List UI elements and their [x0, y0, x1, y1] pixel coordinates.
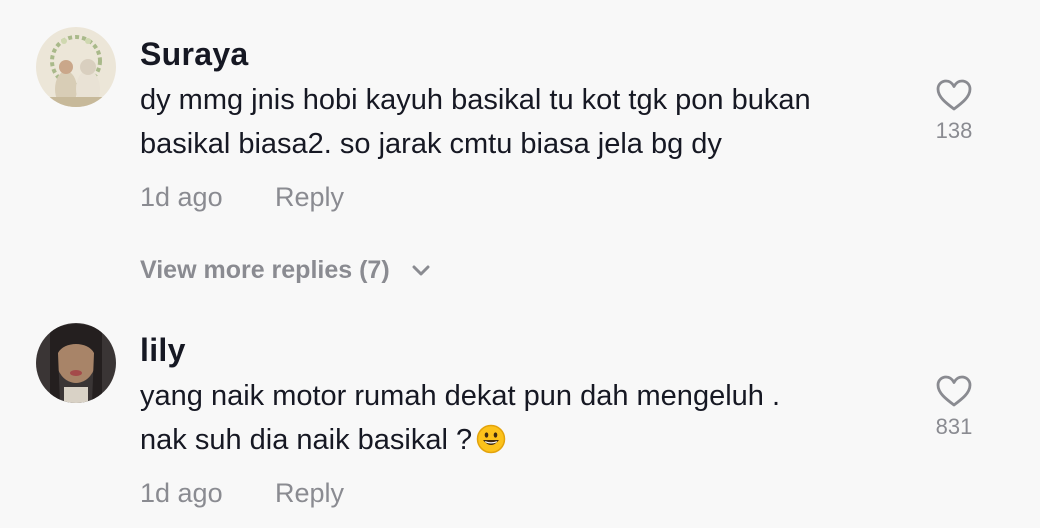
avatar[interactable]	[36, 27, 116, 107]
heart-outline-icon	[924, 374, 984, 408]
comment-text-line-content: nak suh dia naik basikal ?	[140, 424, 473, 456]
view-more-replies-button[interactable]: View more replies (7)	[140, 255, 431, 285]
comment-meta: 1d ago Reply	[140, 182, 344, 213]
comment-text-line: basikal biasa2. so jarak cmtu biasa jela…	[140, 128, 722, 160]
like-count: 831	[935, 414, 973, 439]
comment-timestamp: 1d ago	[140, 478, 223, 508]
avatar[interactable]	[36, 323, 116, 403]
comment-text-line: dy mmg jnis hobi kayuh basikal tu kot tg…	[140, 84, 811, 116]
comment-timestamp: 1d ago	[140, 182, 223, 212]
heart-outline-icon	[924, 78, 984, 112]
comment-meta: 1d ago Reply	[140, 478, 344, 509]
view-more-replies-label: View more replies (7)	[140, 256, 390, 284]
comment-text-line: nak suh dia naik basikal ?	[140, 418, 920, 467]
like-button[interactable]: 138	[924, 78, 984, 144]
comment-username[interactable]: Suraya	[140, 36, 249, 73]
like-count: 138	[935, 118, 973, 143]
reply-button[interactable]: Reply	[275, 478, 344, 509]
comment-text-line: yang naik motor rumah dekat pun dah meng…	[140, 380, 781, 412]
comment-username[interactable]: lily	[140, 332, 186, 369]
comment-text: dy mmg jnis hobi kayuh basikal tu kot tg…	[140, 78, 920, 166]
comment-text: yang naik motor rumah dekat pun dah meng…	[140, 374, 920, 467]
like-button[interactable]: 831	[924, 374, 984, 440]
grinning-face-emoji	[476, 423, 506, 467]
reply-button[interactable]: Reply	[275, 182, 344, 213]
chevron-down-icon	[411, 255, 431, 284]
